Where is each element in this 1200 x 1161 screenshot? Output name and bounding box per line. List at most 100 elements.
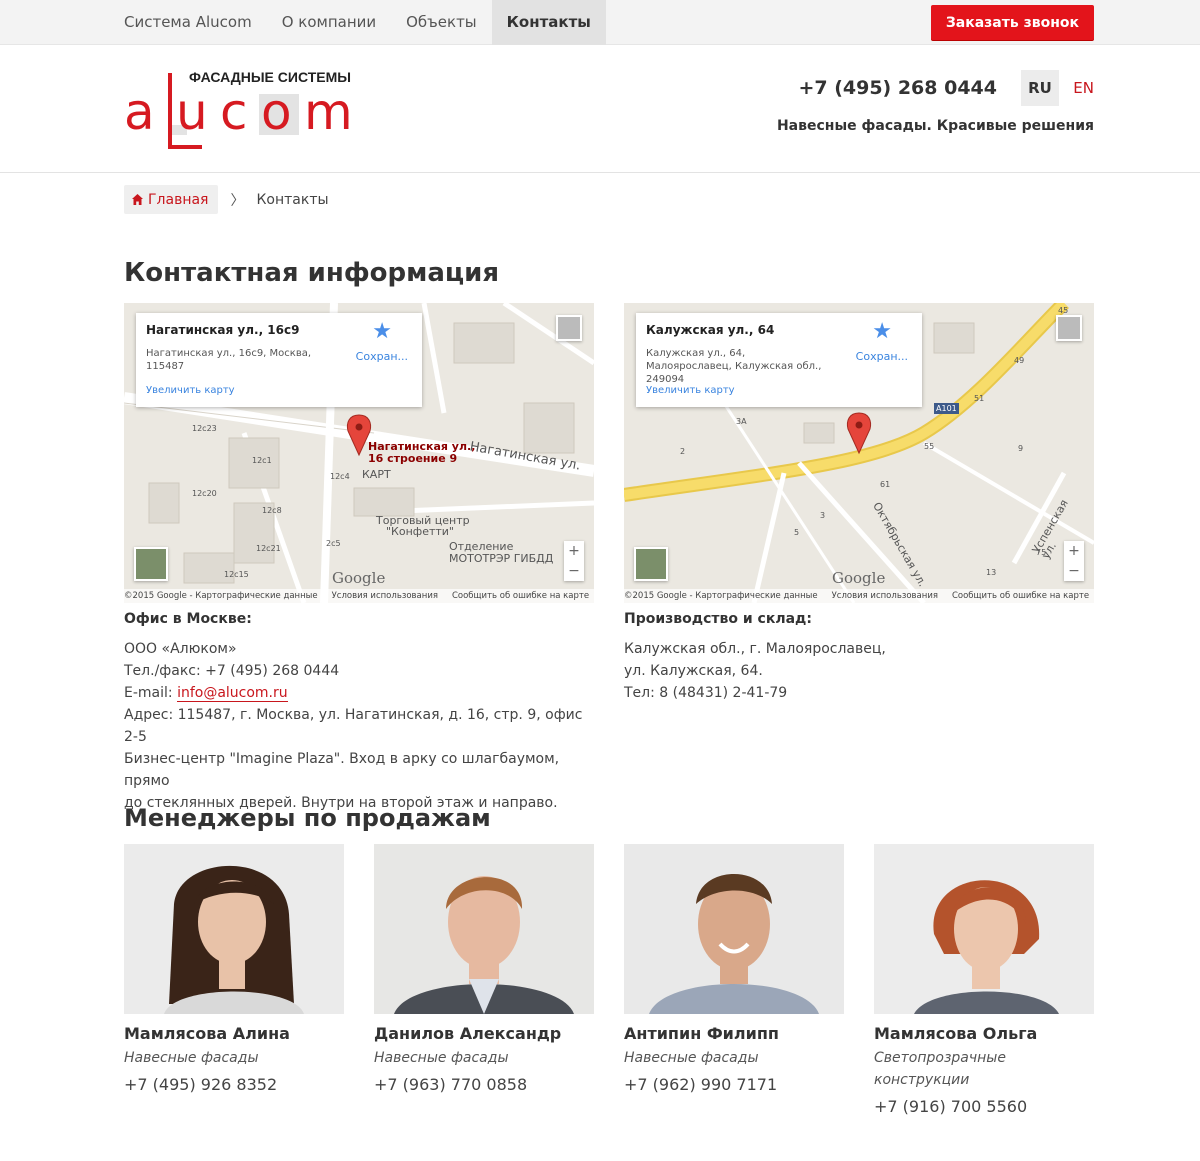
fullscreen-button[interactable] <box>1056 315 1082 341</box>
manager-card: Мамлясова Алина Навесные фасады +7 (495)… <box>124 844 344 1094</box>
svg-text:o: o <box>261 83 292 141</box>
alucom-logo[interactable]: ФАСАДНЫЕ СИСТЕМЫ a u c o m <box>124 67 369 157</box>
manager-card: Данилов Александр Навесные фасады +7 (96… <box>374 844 594 1094</box>
map-house-number: 5 <box>794 528 800 537</box>
map-terms-link[interactable]: Условия использования <box>832 591 938 601</box>
order-callback-button[interactable]: Заказать звонок <box>930 5 1094 40</box>
zoom-out-button[interactable]: − <box>564 561 584 581</box>
satellite-toggle[interactable] <box>634 547 668 581</box>
site-header: ФАСАДНЫЕ СИСТЕМЫ a u c o m +7 (495) 268 … <box>0 45 1200 173</box>
map-attribution: ©2015 Google - Картографические данные У… <box>624 589 1094 603</box>
map-moscow[interactable]: Нагатинская ул., 16 строение 9 Нагатинск… <box>124 303 594 603</box>
map-pin-label: Нагатинская ул., 16 строение 9 <box>368 440 476 465</box>
office-details: ООО «Алюком» Тел./факс: +7 (495) 268 044… <box>124 638 594 814</box>
manager-photo <box>374 844 594 1014</box>
manager-name: Антипин Филипп <box>624 1024 779 1043</box>
lang-en-link[interactable]: EN <box>1073 70 1094 106</box>
save-place-link[interactable]: Сохран... <box>356 350 408 363</box>
map-house-number: 3 <box>820 511 826 520</box>
map-maloyaroslavets[interactable]: Октябрьская ул. Успенская ул. A101 3А 2 … <box>624 303 1094 603</box>
svg-text:m: m <box>304 83 353 141</box>
office-email-row: E-mail: info@alucom.ru <box>124 685 288 702</box>
main-nav: Система Alucom О компании Объекты Контак… <box>124 0 606 45</box>
map-poi-label: "Конфетти" <box>386 525 454 538</box>
map-house-number: 49 <box>1014 356 1025 365</box>
svg-text:u: u <box>176 83 208 141</box>
manager-role: Навесные фасады <box>124 1050 259 1066</box>
contacts-title: Контактная информация <box>124 258 500 288</box>
map-house-number: 55 <box>924 442 935 451</box>
manager-name: Мамлясова Алина <box>124 1024 290 1043</box>
warehouse-phone: Тел: 8 (48431) 2-41-79 <box>624 685 788 701</box>
manager-phone[interactable]: +7 (916) 700 5560 <box>874 1097 1094 1116</box>
breadcrumb-separator-icon: 〉 <box>230 192 245 209</box>
manager-role: Навесные фасады <box>624 1050 759 1066</box>
map-house-number: 51 <box>974 394 985 403</box>
svg-text:c: c <box>220 83 248 141</box>
office-email-link[interactable]: info@alucom.ru <box>177 685 288 702</box>
nav-item-objects[interactable]: Объекты <box>391 0 492 45</box>
road-shield-label: A101 <box>934 403 959 414</box>
save-place-link[interactable]: Сохран... <box>856 350 908 363</box>
office-phone: Тел./факс: +7 (495) 268 0444 <box>124 663 340 679</box>
map-info-title: Нагатинская ул., 16с9 <box>146 323 300 337</box>
manager-photo <box>124 844 344 1014</box>
map-house-number: 61 <box>880 480 891 489</box>
manager-role: Навесные фасады <box>374 1050 509 1066</box>
managers-title: Менеджеры по продажам <box>124 804 491 832</box>
nav-item-system[interactable]: Система Alucom <box>124 0 267 45</box>
zoom-out-button[interactable]: − <box>1064 561 1084 581</box>
manager-name: Данилов Александр <box>374 1024 562 1043</box>
map-attribution: ©2015 Google - Картографические данные У… <box>124 589 594 603</box>
lang-ru-button[interactable]: RU <box>1021 70 1059 106</box>
map-info-window: Нагатинская ул., 16с9 Нагатинская ул., 1… <box>136 313 422 407</box>
star-icon[interactable]: ★ <box>372 319 392 344</box>
warehouse-line-1: Калужская обл., г. Малоярославец, <box>624 641 886 657</box>
breadcrumb: Главная 〉 Контакты <box>124 185 329 214</box>
enlarge-map-link[interactable]: Увеличить карту <box>146 385 235 396</box>
map-poi-label: Отделение <box>449 540 514 553</box>
manager-card: Мамлясова Ольга Светопрозрачные конструк… <box>874 844 1094 1116</box>
nav-item-contacts[interactable]: Контакты <box>491 0 606 45</box>
nav-item-about[interactable]: О компании <box>267 0 391 45</box>
manager-name: Мамлясова Ольга <box>874 1024 1038 1043</box>
map-building-label: 12с20 <box>192 489 217 498</box>
google-logo: Google <box>832 569 886 587</box>
google-logo: Google <box>332 569 386 587</box>
satellite-toggle[interactable] <box>134 547 168 581</box>
map-poi-label: МОТОТРЭР ГИБДД <box>449 552 554 565</box>
map-info-address: Калужская ул., 64, Малоярославец, Калужс… <box>646 348 822 385</box>
warehouse-line-2: ул. Калужская, 64. <box>624 663 763 679</box>
star-icon[interactable]: ★ <box>872 319 892 344</box>
zoom-control: + − <box>1064 541 1084 581</box>
zoom-control: + − <box>564 541 584 581</box>
zoom-in-button[interactable]: + <box>1064 541 1084 561</box>
map-house-number: 9 <box>1018 444 1024 453</box>
enlarge-map-link[interactable]: Увеличить карту <box>646 385 735 396</box>
top-nav-bar: Система Alucom О компании Объекты Контак… <box>0 0 1200 45</box>
fullscreen-button[interactable] <box>556 315 582 341</box>
map-building-label: 12с21 <box>256 544 281 553</box>
map-info-title: Калужская ул., 64 <box>646 323 775 337</box>
manager-phone[interactable]: +7 (495) 926 8352 <box>124 1075 344 1094</box>
map-info-window: Калужская ул., 64 Калужская ул., 64, Мал… <box>636 313 922 407</box>
zoom-in-button[interactable]: + <box>564 541 584 561</box>
manager-photo <box>624 844 844 1014</box>
map-house-number: 13 <box>986 568 997 577</box>
map-report-link[interactable]: Сообщить об ошибке на карте <box>952 591 1089 601</box>
manager-phone[interactable]: +7 (962) 990 7171 <box>624 1075 844 1094</box>
svg-text:a: a <box>124 83 154 141</box>
breadcrumb-home-label: Главная <box>148 191 209 208</box>
map-report-link[interactable]: Сообщить об ошибке на карте <box>452 591 589 601</box>
breadcrumb-home[interactable]: Главная <box>124 185 219 214</box>
map-house-number: 75 <box>1036 548 1047 557</box>
header-phone[interactable]: +7 (495) 268 0444 <box>798 77 997 99</box>
map-info-address: Нагатинская ул., 16с9, Москва, 115487 <box>146 348 312 372</box>
office-company: ООО «Алюком» <box>124 641 237 657</box>
map-house-number: 2 <box>680 447 686 456</box>
manager-phone[interactable]: +7 (963) 770 0858 <box>374 1075 594 1094</box>
map-terms-link[interactable]: Условия использования <box>332 591 438 601</box>
map-building-label: 12с23 <box>192 424 217 433</box>
map-copyright: ©2015 Google - Картографические данные <box>624 591 818 601</box>
manager-role: Светопрозрачные конструкции <box>874 1050 1006 1088</box>
